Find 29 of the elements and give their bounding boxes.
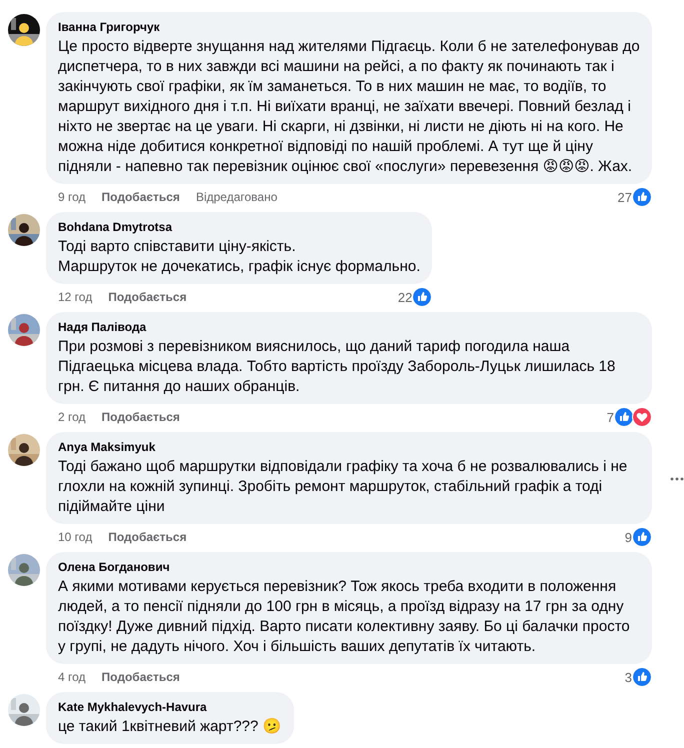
timestamp-link[interactable]: 9 год bbox=[58, 190, 86, 204]
comment-text: Тоді варто співставити ціну-якість. Маршруток не дочекатись, графік існує формально. bbox=[58, 237, 420, 277]
like-link[interactable]: Подобається bbox=[102, 410, 180, 424]
author-name[interactable]: Kate Mykhalevych-Havura bbox=[58, 699, 282, 715]
author-name[interactable]: Anya Maksimyuk bbox=[58, 439, 640, 455]
author-name[interactable]: Надя Палівода bbox=[58, 319, 640, 335]
reaction-count[interactable]: 22 bbox=[398, 290, 412, 304]
like-link[interactable]: Подобається bbox=[108, 290, 187, 304]
like-link[interactable]: Подобається bbox=[102, 670, 180, 684]
reaction-count[interactable]: 27 bbox=[618, 190, 632, 204]
timestamp-link[interactable]: 2 год bbox=[58, 410, 86, 424]
author-name[interactable]: Іванна Григорчук bbox=[58, 19, 640, 35]
like-link[interactable]: Подобається bbox=[108, 530, 187, 544]
more-options-icon[interactable] bbox=[670, 477, 684, 481]
timestamp-link[interactable]: 4 год bbox=[58, 670, 86, 684]
like-link[interactable]: Подобається bbox=[102, 190, 180, 204]
comment-text: А якими мотивами керується перевізник? Тож якось треба входити в положення людей, а то пенсії підняли до 100 грн в місяць, а проїзд відразу на 17 грн за одну поїздку! Дуже дивний підхід. Варто писати колективну заяву. Бо ці балачки просто у групі, не дадуть нічого. Хоч і більшість ваших депутатів їх читають. bbox=[58, 577, 631, 657]
comment-text: це такий 1квітневий жарт??? 🫤 bbox=[58, 717, 282, 737]
edited-label[interactable]: Відредаговано bbox=[196, 190, 278, 204]
reaction-count[interactable]: 7 bbox=[606, 410, 614, 424]
timestamp-link[interactable]: 12 год bbox=[58, 290, 92, 304]
reaction-count[interactable]: 3 bbox=[624, 670, 632, 684]
reaction-count[interactable]: 9 bbox=[624, 530, 632, 544]
timestamp-link[interactable]: 10 год bbox=[58, 530, 92, 544]
comment-text: Тоді бажано щоб маршрутки відповідали графіку та хоча б не розвалювались і не глохли на кожній зупинці. Зробіть ремонт маршруток, стабільний графік а тоді підіймайте ціни bbox=[58, 457, 628, 517]
comment-text: Це просто відверте знущання над жителями Підгаєць. Коли б не зателефонував до диспетчера, то в них завжди всі машини на рейсі, а по факту як починають так і закінчують свої графіки, як їм заманеться. То в них машин не має, то водіїв, то маршрут вихідного дня і т.п. Ні виїхати вранці, не заїхати ввечері. Повний безлад і ніхто не звертає на це уваги. Ні скарги, ні дзвінки, ні листи не діють ні на кого. Не можна ніде добитися конкретної відповіді по нашій проблемі. А тут ще й ціну підняли - напевно так перевізник оцінює свої «послуги» перевезення 😡😡😡. Жах. bbox=[58, 37, 640, 177]
author-name[interactable]: Олена Богданович bbox=[58, 559, 640, 575]
comment-text: При розмові з перевізником вияснилось, що даний тариф погодила наша Підгаецька місцева влада. Тобто вартість проїзду Забороль-Луцьк лишилась 18 грн. Є питання до наших обранців. bbox=[58, 337, 616, 397]
author-name[interactable]: Bohdana Dmytrotsa bbox=[58, 219, 420, 235]
